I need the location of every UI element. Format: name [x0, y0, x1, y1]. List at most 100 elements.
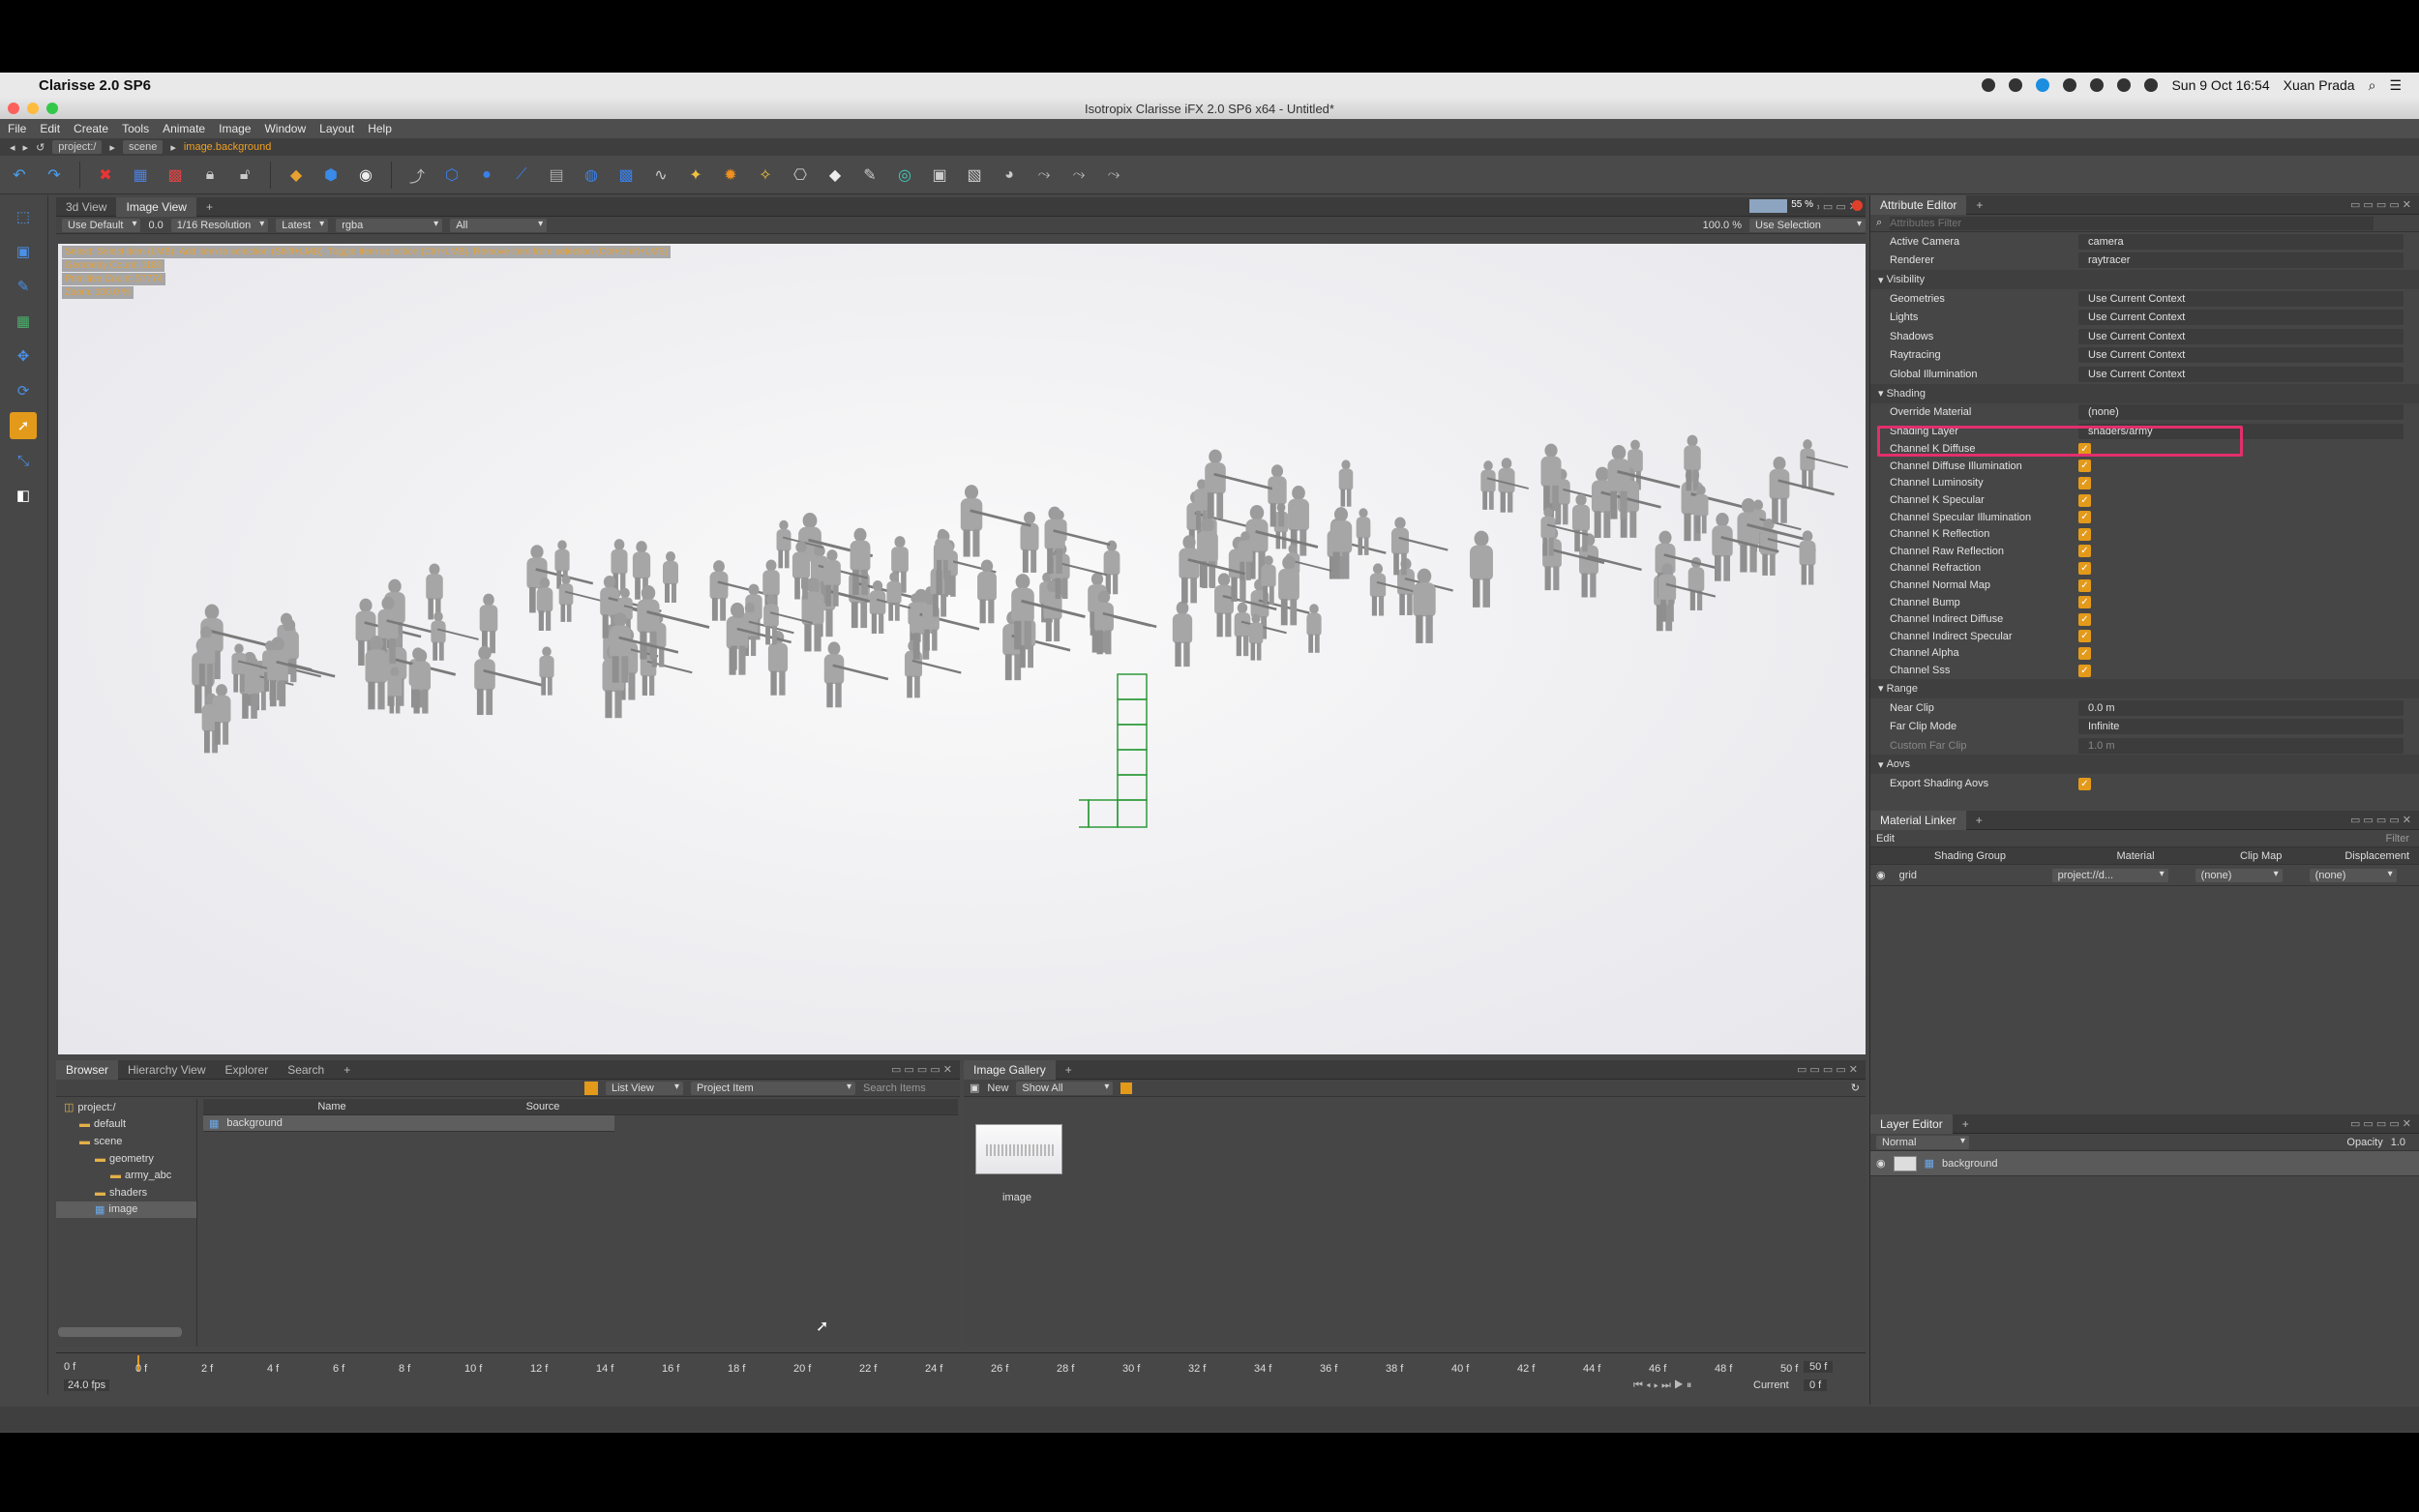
redo-icon[interactable]: ↷: [41, 162, 68, 189]
tree-item[interactable]: ▬ default: [56, 1116, 196, 1134]
tab-explorer[interactable]: Explorer: [216, 1060, 279, 1080]
image-icon[interactable]: ▣: [926, 162, 953, 189]
tree-item[interactable]: ▬ army_abc: [56, 1167, 196, 1184]
menu-animate[interactable]: Animate: [163, 122, 205, 135]
panel-window-buttons[interactable]: ▭ ▭ ▭ ▭ ✕: [1797, 1063, 1866, 1076]
col-shading-group[interactable]: Shading Group: [1934, 850, 2031, 862]
rotate-tool-icon[interactable]: ⟳: [10, 377, 37, 404]
skype-icon[interactable]: [2036, 78, 2050, 92]
tab-image-gallery[interactable]: Image Gallery: [964, 1059, 1056, 1080]
shader-ball-icon[interactable]: ◕: [996, 162, 1023, 189]
arrow-tool-icon[interactable]: ➚: [10, 412, 37, 439]
path-crumb-scene[interactable]: scene: [122, 140, 164, 154]
add-tab-icon[interactable]: +: [334, 1060, 360, 1080]
blend-mode-dropdown[interactable]: Normal: [1876, 1135, 1969, 1149]
fps-field[interactable]: 24.0 fps: [64, 1379, 110, 1391]
clock[interactable]: Sun 9 Oct 16:54: [2171, 77, 2269, 93]
checkbox[interactable]: ✓: [2078, 777, 2091, 790]
app-name[interactable]: Clarisse 2.0 SP6: [39, 77, 151, 94]
add-tab-icon[interactable]: +: [1966, 195, 1992, 215]
col-source[interactable]: Source: [463, 1101, 623, 1112]
tab-material-linker[interactable]: Material Linker: [1870, 810, 1966, 830]
checkbox[interactable]: ✓: [2078, 630, 2091, 643]
edit-menu[interactable]: Edit: [1876, 833, 1895, 845]
scatter-icon[interactable]: ⤳: [1030, 162, 1058, 189]
timeline-start[interactable]: 0 f: [64, 1361, 75, 1373]
tree-scrollbar[interactable]: [58, 1327, 182, 1337]
brush-icon[interactable]: ✎: [856, 162, 883, 189]
row-material[interactable]: project://d...: [2051, 868, 2168, 882]
volume-icon[interactable]: [2144, 78, 2159, 92]
section-aovs[interactable]: ▾ Aovs: [1870, 755, 2419, 775]
section-range[interactable]: ▾ Range: [1870, 678, 2419, 698]
move-tool-icon[interactable]: ✥: [10, 342, 37, 370]
tab-search[interactable]: Search: [278, 1060, 334, 1080]
checkbox[interactable]: ✓: [2078, 612, 2091, 626]
panel-window-buttons[interactable]: ▭ ▭ ▭ ▭ ✕: [2350, 198, 2419, 211]
ungroup-icon[interactable]: ▩: [162, 162, 189, 189]
spotlight-icon[interactable]: ⌕: [2369, 77, 2376, 94]
group-icon[interactable]: ▦: [127, 162, 154, 189]
spot-light-icon[interactable]: ✧: [752, 162, 779, 189]
col-clip-map[interactable]: Clip Map: [2240, 850, 2337, 862]
checkbox[interactable]: ✓: [2078, 545, 2091, 558]
list-item[interactable]: ▦ background: [203, 1115, 614, 1132]
attr-value-dropdown[interactable]: Use Current Context: [2078, 347, 2404, 364]
attr-value-dropdown[interactable]: Use Current Context: [2078, 290, 2404, 307]
view-tool-icon[interactable]: ▣: [10, 238, 37, 265]
checkbox[interactable]: ✓: [2078, 664, 2091, 677]
timeline-ruler[interactable]: 0 f 2 f 4 f 6 f 8 f 10 f 12 f 14 f 16 f 18 f 20 f 2…: [135, 1353, 1819, 1377]
layers-dropdown[interactable]: All: [450, 218, 548, 232]
line-icon[interactable]: ⟋: [508, 162, 535, 189]
version-dropdown[interactable]: Latest: [276, 218, 329, 232]
combiner-icon[interactable]: ⤳: [1100, 162, 1127, 189]
sphere-icon[interactable]: ●: [473, 162, 500, 189]
opacity-value[interactable]: 1.0: [2391, 1137, 2405, 1148]
box-icon[interactable]: ⬡: [438, 162, 465, 189]
bluetooth-icon[interactable]: [2090, 78, 2105, 92]
tab-attribute-editor[interactable]: Attribute Editor: [1870, 194, 1967, 215]
zoom-window-icon[interactable]: [46, 103, 58, 114]
checkbox[interactable]: ✓: [2078, 646, 2091, 660]
select-tool-icon[interactable]: ⬚: [10, 203, 37, 230]
attr-value-field[interactable]: 1.0 m: [2078, 737, 2404, 754]
attr-value-dropdown[interactable]: (none): [2078, 404, 2404, 421]
exposure-field[interactable]: 0.0: [148, 220, 163, 231]
dropbox-icon[interactable]: [2063, 78, 2077, 92]
attribute-filter-input[interactable]: [1890, 216, 2374, 230]
camera-icon[interactable]: ⎔: [787, 162, 814, 189]
checkbox[interactable]: ✓: [2078, 511, 2091, 524]
sync-icon[interactable]: [2009, 78, 2023, 92]
texture-icon[interactable]: ▩: [612, 162, 640, 189]
filter-field[interactable]: Filter: [2386, 833, 2409, 845]
menu-help[interactable]: Help: [368, 122, 392, 135]
undo-icon[interactable]: ↶: [6, 162, 33, 189]
panel-window-buttons[interactable]: ▭ ▭ ▭ ▭ ✕: [2350, 814, 2419, 826]
tree-item[interactable]: ▬ shaders: [56, 1184, 196, 1201]
minimize-window-icon[interactable]: [27, 103, 39, 114]
section-shading[interactable]: ▾ Shading: [1870, 383, 2419, 403]
tree-item[interactable]: ▬ scene: [56, 1133, 196, 1150]
table-row[interactable]: ◉ grid project://d... (none) (none): [1870, 865, 2419, 886]
attr-value-field[interactable]: 0.0 m: [2078, 699, 2404, 716]
unlock-icon[interactable]: 🔓︎: [231, 162, 258, 189]
display-dropdown[interactable]: Use Default: [62, 218, 141, 232]
light-bulb-icon[interactable]: ✦: [682, 162, 709, 189]
sun-light-icon[interactable]: ✹: [717, 162, 744, 189]
scale-tool-icon[interactable]: ⤡: [10, 447, 37, 474]
delete-icon[interactable]: ✖: [92, 162, 119, 189]
section-visibility[interactable]: ▾ Visibility: [1870, 270, 2419, 289]
scene-icon[interactable]: ⬢: [317, 162, 344, 189]
material-icon[interactable]: ◆: [821, 162, 849, 189]
checkbox[interactable]: ✓: [2078, 561, 2091, 575]
playback-controls[interactable]: ⏮ ◂ ▸ ⏭ ▶ ⏸: [1633, 1379, 1691, 1392]
color-swatch-icon[interactable]: ◧: [10, 482, 37, 509]
checkbox[interactable]: ✓: [2078, 578, 2091, 592]
forward-arrow-icon[interactable]: ▸: [23, 141, 29, 154]
zoom-value[interactable]: 100.0 %: [1703, 220, 1742, 231]
search-items-input[interactable]: Search Items: [863, 1082, 950, 1094]
wifi-icon[interactable]: [2117, 78, 2132, 92]
ring-icon[interactable]: ◎: [891, 162, 918, 189]
checkbox[interactable]: ✓: [2078, 596, 2091, 609]
checkbox[interactable]: ✓: [2078, 527, 2091, 541]
